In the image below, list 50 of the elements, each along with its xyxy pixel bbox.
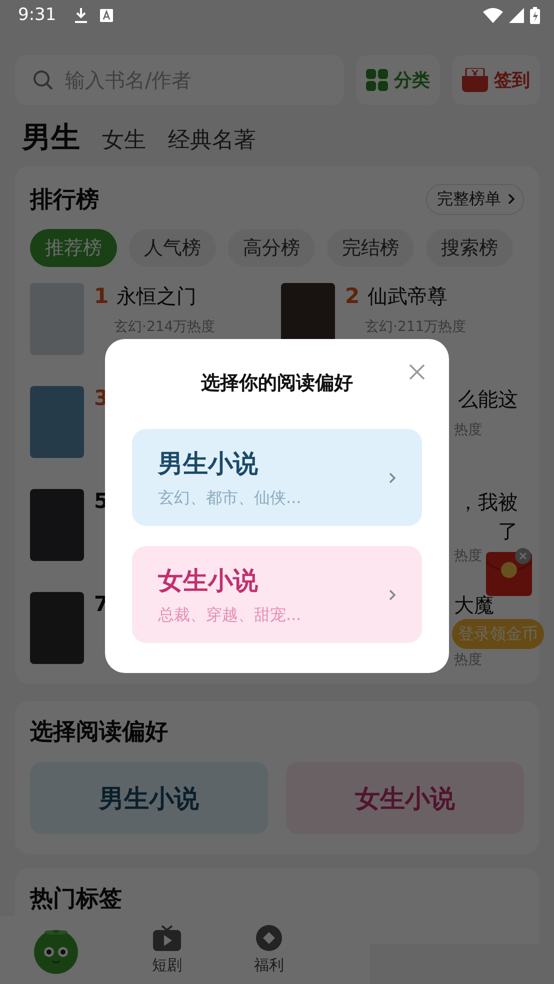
female-novels-option[interactable]: 女生小说 总裁、穿越、甜宠... bbox=[132, 546, 422, 643]
full-list-button[interactable]: 完整榜单 bbox=[426, 184, 524, 214]
grid-icon bbox=[366, 69, 388, 91]
tv-play-icon bbox=[153, 925, 181, 951]
book-title[interactable]: ，我被 bbox=[458, 489, 518, 516]
money-pouch-icon bbox=[462, 68, 488, 92]
option-subtitle: 总裁、穿越、甜宠... bbox=[158, 604, 302, 626]
book-title[interactable]: 大魔 bbox=[454, 592, 518, 619]
nav-tab[interactable]: 福利 bbox=[254, 925, 284, 975]
chevron-right-icon bbox=[507, 193, 515, 205]
rank-number: 1 bbox=[94, 284, 109, 308]
option-title: 女生小说 bbox=[158, 564, 259, 596]
text-a-icon bbox=[100, 8, 114, 22]
ranking-filter-chip[interactable]: 高分榜 bbox=[228, 229, 315, 267]
download-icon bbox=[74, 7, 88, 23]
book-title[interactable]: 了 bbox=[498, 518, 518, 545]
male-novels-button[interactable]: 男生小说 bbox=[30, 762, 268, 834]
close-button[interactable] bbox=[408, 363, 426, 381]
option-subtitle: 玄幻、都市、仙侠... bbox=[158, 488, 302, 508]
ranking-filter-chip[interactable]: 推荐榜 bbox=[30, 229, 117, 267]
ranking-filter-chip[interactable]: 完结榜 bbox=[327, 229, 414, 267]
book-title[interactable]: 么能这 bbox=[458, 386, 518, 413]
channel-tab[interactable]: 经典名著 bbox=[168, 125, 256, 155]
battery-icon bbox=[530, 6, 540, 24]
wifi-icon bbox=[483, 8, 503, 22]
ranking-filter-chip[interactable]: 人气榜 bbox=[129, 229, 216, 267]
nav-tab[interactable]: 短剧 bbox=[152, 925, 182, 975]
ranking-filter-chip[interactable]: 搜索榜 bbox=[426, 229, 513, 267]
category-button[interactable]: 分类 bbox=[356, 55, 440, 105]
section-title: 选择阅读偏好 bbox=[30, 719, 168, 745]
channel-tab[interactable]: 女生 bbox=[102, 125, 146, 155]
envelope-icon bbox=[486, 552, 532, 596]
channel-tab[interactable]: 男生 bbox=[22, 118, 80, 158]
close-icon bbox=[408, 363, 426, 381]
signal-icon bbox=[509, 8, 524, 22]
male-novels-option[interactable]: 男生小说 玄幻、都市、仙侠... bbox=[132, 429, 422, 526]
dialog-title: 选择你的阅读偏好 bbox=[200, 371, 354, 396]
search-icon bbox=[33, 70, 53, 90]
status-time: 9:31 bbox=[18, 5, 56, 25]
book-title[interactable]: 永恒之门 bbox=[116, 283, 197, 310]
checkin-button[interactable]: 签到 bbox=[452, 55, 540, 105]
book-title[interactable]: 仙武帝尊 bbox=[368, 283, 448, 310]
female-novels-button[interactable]: 女生小说 bbox=[286, 762, 524, 834]
chevron-right-icon bbox=[388, 472, 396, 484]
rank-number: 2 bbox=[345, 284, 360, 308]
section-title: 热门标签 bbox=[30, 886, 122, 912]
section-title: 排行榜 bbox=[30, 186, 99, 214]
chevron-right-icon bbox=[388, 588, 396, 600]
close-icon[interactable] bbox=[515, 548, 531, 564]
option-title: 男生小说 bbox=[158, 448, 259, 480]
